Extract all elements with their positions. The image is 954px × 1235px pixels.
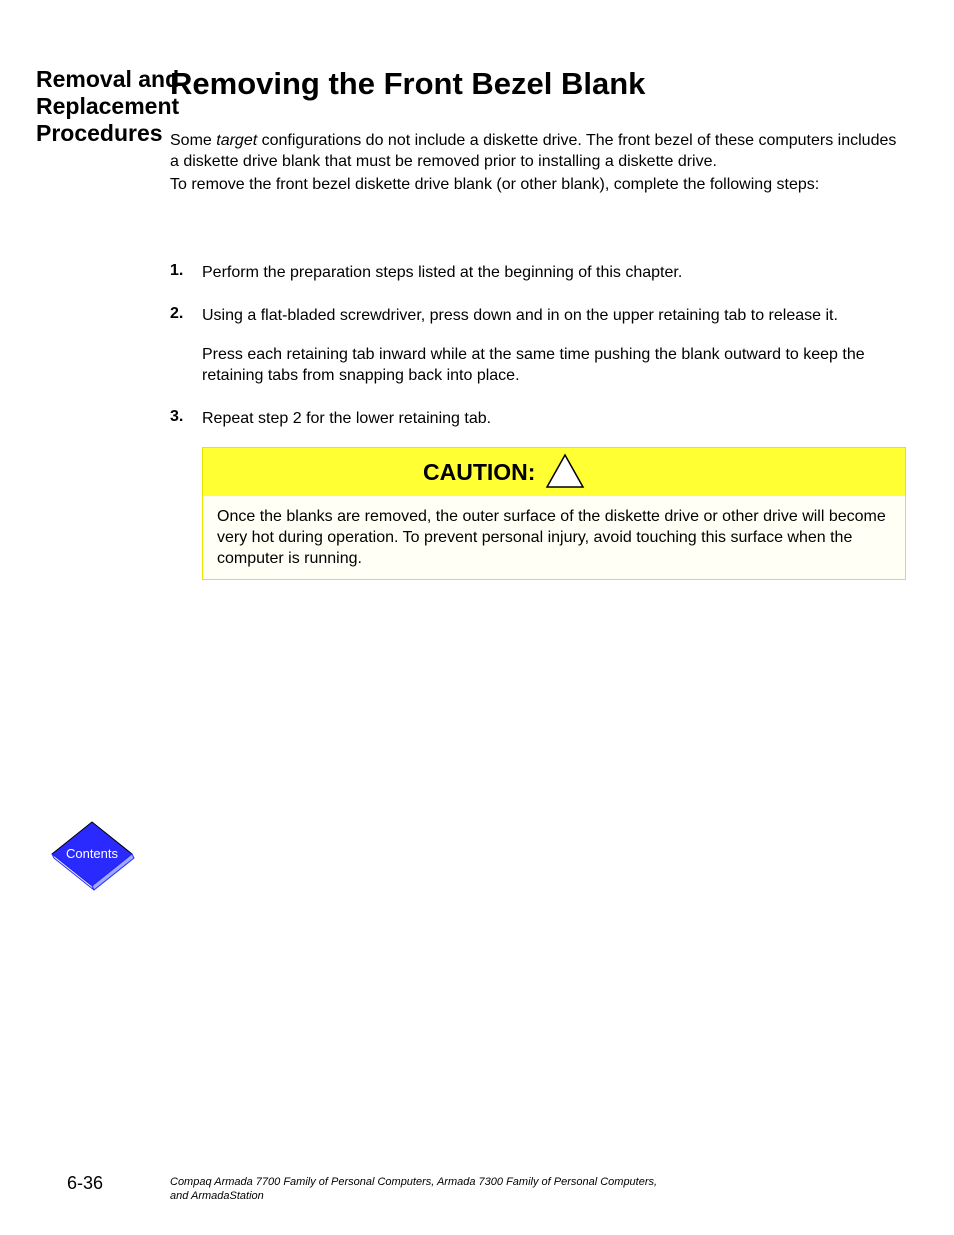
- warning-triangle-icon: [545, 451, 585, 491]
- sidebar-chapter-title: Removal andReplacementProcedures: [36, 66, 179, 147]
- steps-container: 1.Perform the preparation steps listed a…: [170, 262, 906, 602]
- footer-line-1: Compaq Armada 7700 Family of Personal Co…: [170, 1176, 906, 1188]
- footer-line-2: and ArmadaStation: [170, 1190, 906, 1202]
- caution-box: CAUTION: Once the blanks are removed, the…: [202, 447, 906, 580]
- step-number: 2.: [170, 305, 202, 386]
- step-paragraph: Repeat step 2 for the lower retaining ta…: [202, 408, 906, 429]
- step: 3.Repeat step 2 for the lower retaining …: [170, 408, 906, 580]
- intro-paragraph-2: To remove the front bezel diskette drive…: [170, 174, 906, 195]
- section-heading: Removing the Front Bezel Blank: [170, 66, 645, 102]
- contents-button[interactable]: Contents: [46, 818, 138, 896]
- step-paragraph: Press each retaining tab inward while at…: [202, 344, 906, 386]
- step-body: Perform the preparation steps listed at …: [202, 262, 906, 283]
- step: 2.Using a flat-bladed screwdriver, press…: [170, 305, 906, 386]
- intro-paragraph-1: Some target configurations do not includ…: [170, 130, 906, 172]
- step-paragraph: Perform the preparation steps listed at …: [202, 262, 906, 283]
- step-number: 3.: [170, 408, 202, 580]
- step-number: 1.: [170, 262, 202, 283]
- page-number: 6-36: [0, 1173, 170, 1194]
- step-body: Using a flat-bladed screwdriver, press d…: [202, 305, 906, 386]
- step-body: Repeat step 2 for the lower retaining ta…: [202, 408, 906, 580]
- step: 1.Perform the preparation steps listed a…: [170, 262, 906, 283]
- step-paragraph: Using a flat-bladed screwdriver, press d…: [202, 305, 906, 326]
- caution-label: CAUTION:: [423, 462, 535, 483]
- caution-header: CAUTION:: [203, 448, 906, 497]
- caution-body: Once the blanks are removed, the outer s…: [203, 496, 906, 580]
